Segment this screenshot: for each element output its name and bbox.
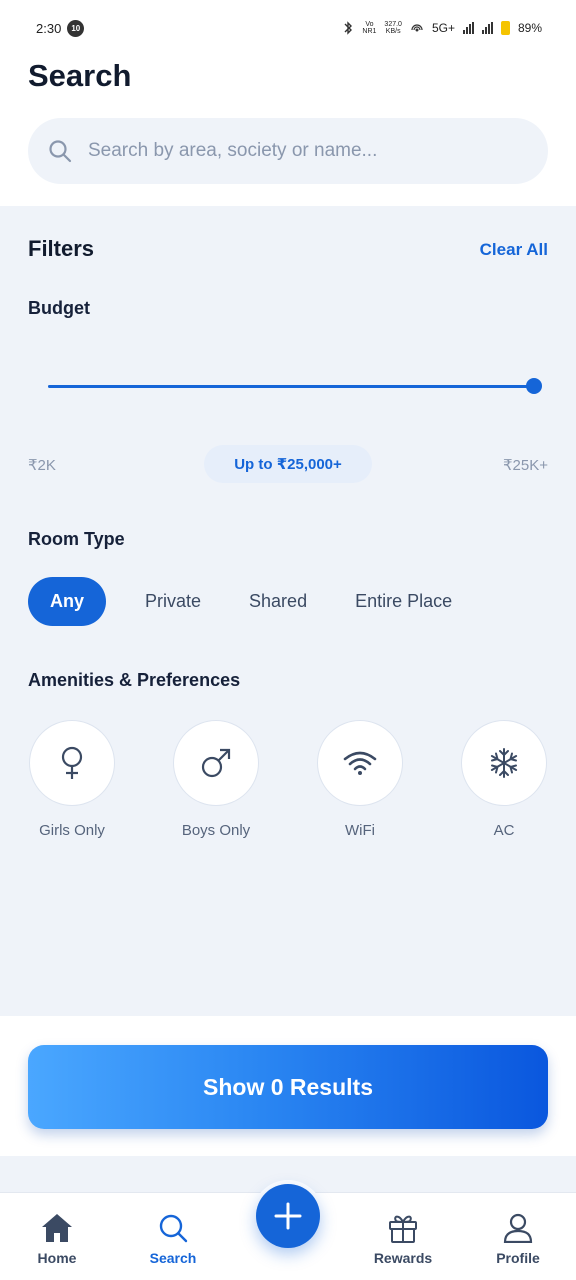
amenity-circle[interactable] <box>173 720 259 806</box>
signal-icon-2 <box>481 22 493 34</box>
amenity-circle[interactable] <box>317 720 403 806</box>
speed-top: 327.0 <box>384 21 402 28</box>
amenity-wifi[interactable]: WiFi <box>316 720 404 839</box>
room-type-any[interactable]: Any <box>28 577 106 626</box>
speed-label: 327.0 KB/s <box>384 21 402 35</box>
show-results-button[interactable]: Show 0 Results <box>28 1045 548 1129</box>
male-icon <box>201 748 231 778</box>
user-icon <box>503 1213 533 1243</box>
amenities-list: Girls Only Boys Only WiFi AC <box>28 720 548 839</box>
clear-all-button[interactable]: Clear All <box>480 240 548 260</box>
budget-max-label: ₹25K+ <box>503 457 548 474</box>
search-bar[interactable] <box>28 118 548 184</box>
search-input[interactable] <box>88 140 508 162</box>
add-button[interactable] <box>256 1184 320 1248</box>
nav-search[interactable]: Search <box>128 1213 218 1266</box>
amenities-label: Amenities & Preferences <box>28 670 241 690</box>
results-bar: Show 0 Results <box>0 1016 576 1156</box>
speed-bottom: KB/s <box>385 28 401 35</box>
amenity-label: WiFi <box>345 822 375 839</box>
filters-title: Filters <box>28 236 95 261</box>
wifi-icon <box>343 751 377 775</box>
nav-label-rewards: Rewards <box>373 1250 433 1266</box>
clock: 2:30 <box>36 20 62 36</box>
network-type: 5G+ <box>431 21 455 35</box>
nav-label-home: Home <box>37 1250 77 1266</box>
amenity-circle[interactable] <box>461 720 547 806</box>
battery-level: 89% <box>517 21 542 35</box>
status-bar-right: Vo NR1 327.0 KB/s 5G+ 89% <box>342 21 542 35</box>
network-top: Vo <box>365 21 374 28</box>
amenity-circle[interactable] <box>29 720 115 806</box>
female-icon <box>61 746 83 779</box>
amenity-label: AC <box>493 822 515 839</box>
budget-label: Budget <box>28 298 90 318</box>
status-bar: 2:30 10 Vo NR1 327.0 KB/s 5G+ 89% <box>0 0 576 56</box>
plus-icon <box>274 1202 302 1230</box>
filters-panel: Filters Clear All Budget ₹2K Up to ₹25,0… <box>0 206 576 1016</box>
nav-label-profile: Profile <box>496 1250 540 1266</box>
amenity-girls-only[interactable]: Girls Only <box>28 720 116 839</box>
bluetooth-icon <box>344 21 353 35</box>
room-type-options: Any Private Shared Entire Place <box>28 577 476 626</box>
slider-thumb[interactable] <box>526 378 542 394</box>
notification-badge: 10 <box>67 19 85 37</box>
snowflake-icon <box>490 748 518 778</box>
home-icon <box>42 1214 72 1242</box>
budget-slider[interactable] <box>48 374 542 398</box>
nav-profile[interactable]: Profile <box>473 1213 563 1266</box>
budget-min-label: ₹2K <box>28 457 56 474</box>
amenity-label: Girls Only <box>39 822 105 839</box>
amenity-ac[interactable]: AC <box>460 720 548 839</box>
hotspot-icon <box>411 24 423 32</box>
room-type-entire-place[interactable]: Entire Place <box>331 577 476 626</box>
amenity-label: Boys Only <box>181 822 251 839</box>
slider-fill <box>48 385 534 388</box>
status-bar-left: 2:30 10 <box>36 19 85 37</box>
room-type-label: Room Type <box>28 529 125 549</box>
search-icon <box>159 1214 188 1243</box>
nav-label-search: Search <box>149 1250 197 1266</box>
budget-value-badge: Up to ₹25,000+ <box>204 445 372 483</box>
amenity-boys-only[interactable]: Boys Only <box>172 720 260 839</box>
signal-icon <box>462 22 474 34</box>
gift-icon <box>389 1215 417 1243</box>
search-icon <box>49 140 72 163</box>
room-type-shared[interactable]: Shared <box>225 577 331 626</box>
nav-rewards[interactable]: Rewards <box>358 1213 448 1266</box>
battery-icon <box>500 21 510 35</box>
page-title: Search <box>28 58 132 93</box>
room-type-private[interactable]: Private <box>121 577 225 626</box>
network-bottom: NR1 <box>362 28 377 35</box>
network-label: Vo NR1 <box>362 21 376 35</box>
nav-home[interactable]: Home <box>12 1213 102 1266</box>
fab-container <box>252 1180 324 1252</box>
